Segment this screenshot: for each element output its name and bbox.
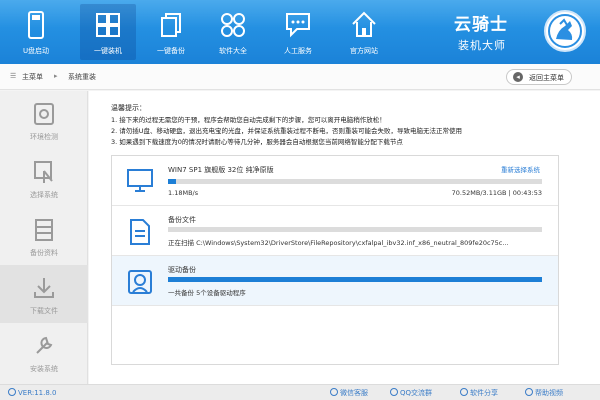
back-arrow-icon: ◂ xyxy=(513,72,523,82)
version-text: VER:11.8.0 xyxy=(18,389,57,397)
breadcrumb-home[interactable]: 主菜单 xyxy=(22,72,43,82)
environment-check-icon xyxy=(34,103,54,125)
nav-one-click-backup[interactable]: 一键备份 xyxy=(143,4,199,60)
chat-service-icon xyxy=(286,13,310,38)
nav-usb-boot[interactable]: U盘启动 xyxy=(8,4,64,60)
nav-label: 一键装机 xyxy=(94,47,122,55)
footer-link-qq-group[interactable]: QQ交流群 xyxy=(390,388,432,398)
sidebar-item-download-files[interactable]: 下载文件 xyxy=(0,265,88,323)
qq-icon xyxy=(390,388,398,396)
nav-label: 官方网站 xyxy=(350,47,378,55)
sidebar-label: 环境检测 xyxy=(30,133,58,141)
knight-logo xyxy=(544,10,586,52)
footer-link-label: 软件分享 xyxy=(470,389,498,397)
brand-line2: 装机大师 xyxy=(458,39,506,52)
task-title: 驱动备份 xyxy=(168,266,196,274)
footer-link-share[interactable]: 软件分享 xyxy=(460,388,498,398)
sidebar-label: 备份资料 xyxy=(30,249,58,257)
task-progress-bar xyxy=(168,277,542,282)
main-content: 温馨提示： 1. 接下来的过程无需您的干预，程序会帮助您自动完成剩下的步骤，您可… xyxy=(89,91,600,384)
nav-label: 人工服务 xyxy=(284,47,312,55)
status-footer: VER:11.8.0 微信客服 QQ交流群 软件分享 帮助视频 xyxy=(0,384,600,400)
download-file-icon xyxy=(34,278,54,298)
task-progress-fill xyxy=(168,277,542,282)
nav-label: 软件大全 xyxy=(219,47,247,55)
tip-line-2: 2. 请勿插U盘、移动硬盘，退出充电宝的光盘，并保证系统重装过程不断电，否则重装… xyxy=(111,127,463,135)
monitor-icon xyxy=(127,169,153,192)
nav-human-service[interactable]: 人工服务 xyxy=(270,4,326,60)
select-system-icon xyxy=(34,161,53,183)
help-video-icon xyxy=(525,388,533,396)
sidebar-label: 下载文件 xyxy=(30,307,58,315)
backup-data-icon xyxy=(35,219,53,241)
task-row-system-download: WIN7 SP1 旗舰版 32位 纯净原版 重新选择系统 1.18MB/s 70… xyxy=(112,156,558,206)
driver-backup-count: 一共备份 5个设备驱动程序 xyxy=(168,289,246,297)
breadcrumb-current: 系统重装 xyxy=(68,73,96,81)
sidebar-label: 安装系统 xyxy=(30,365,58,373)
sidebar-item-backup-data[interactable]: 备份资料 xyxy=(0,207,88,265)
footer-link-label: QQ交流群 xyxy=(400,389,433,397)
back-to-main-menu-button[interactable]: ◂ 返回主菜单 xyxy=(506,69,572,85)
task-progress-bar xyxy=(168,179,542,184)
nav-software[interactable]: 软件大全 xyxy=(205,4,261,60)
tip-line-3: 3. 如果遇到下载速度为0的情况时请耐心等待几分钟，服务器会自动根据您当前网络智… xyxy=(111,138,403,146)
sidebar-label: 选择系统 xyxy=(30,191,58,199)
nav-label: 一键备份 xyxy=(157,47,185,55)
document-icon xyxy=(130,219,150,245)
task-progress-bar xyxy=(168,227,542,232)
software-apps-icon xyxy=(221,13,245,37)
footer-link-label: 帮助视频 xyxy=(535,389,563,397)
breadcrumb-separator: ▸ xyxy=(54,72,58,80)
brand-name: 云骑士 装机大师 xyxy=(454,10,544,53)
nav-official-site[interactable]: 官方网站 xyxy=(336,4,392,60)
sidebar-item-select-system[interactable]: 选择系统 xyxy=(0,149,88,207)
download-speed: 1.18MB/s xyxy=(168,189,199,197)
download-size-time: 70.52MB/3.11GB | 00:43:53 xyxy=(451,189,542,197)
top-navigation-bar: U盘启动 一键装机 一键备份 软件大全 人工服务 官方网站 云骑士 装机大师 xyxy=(0,0,600,64)
breadcrumb-bar: ☰ 主菜单 ▸ 系统重装 ◂ 返回主菜单 xyxy=(0,64,600,90)
sidebar-item-install-system[interactable]: 安装系统 xyxy=(0,323,88,381)
footer-link-help-video[interactable]: 帮助视频 xyxy=(525,388,563,398)
version-icon xyxy=(8,388,16,396)
reselect-system-link[interactable]: 重新选择系统 xyxy=(501,164,540,174)
tips-title: 温馨提示： xyxy=(111,104,146,112)
footer-link-wechat[interactable]: 微信客服 xyxy=(330,388,368,398)
driver-backup-icon xyxy=(128,270,152,294)
install-grid-icon xyxy=(96,13,120,37)
knight-horse-icon xyxy=(548,14,582,48)
share-icon xyxy=(460,388,468,396)
usb-drive-icon xyxy=(28,11,44,39)
menu-lines-icon: ☰ xyxy=(10,72,17,80)
progress-panel: WIN7 SP1 旗舰版 32位 纯净原版 重新选择系统 1.18MB/s 70… xyxy=(111,155,559,365)
version-label: VER:11.8.0 xyxy=(8,388,56,397)
footer-link-label: 微信客服 xyxy=(340,389,368,397)
task-title: WIN7 SP1 旗舰版 32位 纯净原版 xyxy=(168,166,274,174)
tip-line-1: 1. 接下来的过程无需您的干预，程序会帮助您自动完成剩下的步骤，您可以离开电脑稍… xyxy=(111,116,386,124)
back-button-label: 返回主菜单 xyxy=(529,74,564,82)
install-system-icon xyxy=(36,336,53,354)
task-row-backup-files: 备份文件 正在扫描 C:\Windows\System32\DriverStor… xyxy=(112,206,558,256)
task-progress-fill xyxy=(168,179,177,184)
task-row-driver-backup: 驱动备份 一共备份 5个设备驱动程序 xyxy=(112,256,558,306)
sidebar-item-environment-check[interactable]: 环境检测 xyxy=(0,91,88,149)
wechat-icon xyxy=(330,388,338,396)
nav-one-click-install[interactable]: 一键装机 xyxy=(80,4,136,60)
task-title: 备份文件 xyxy=(168,216,196,224)
home-website-icon xyxy=(352,11,376,37)
brand-line1: 云骑士 xyxy=(454,15,508,35)
backup-copy-icon xyxy=(161,13,181,37)
step-sidebar: 环境检测 选择系统 备份资料 下载文件 安装系统 xyxy=(0,91,88,384)
scan-path: 正在扫描 C:\Windows\System32\DriverStore\Fil… xyxy=(168,239,509,247)
nav-label: U盘启动 xyxy=(22,47,50,55)
